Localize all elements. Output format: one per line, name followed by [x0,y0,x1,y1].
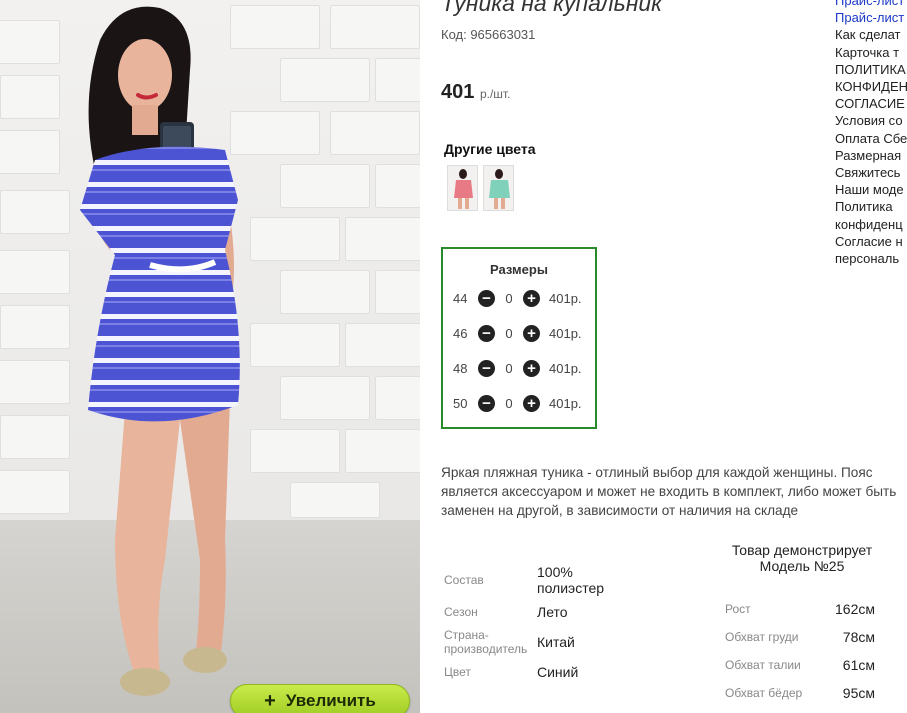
sidebar-item[interactable]: СОГЛАСИЕ [835,95,907,112]
other-colors-title: Другие цвета [444,141,536,157]
measure-value-height: 162см [835,601,875,617]
measure-label-waist: Обхват талии [725,658,801,672]
product-price: 401 р./шт. [441,81,510,104]
quantity-input[interactable] [495,359,523,377]
size-price: 401р. [549,395,582,411]
size-row: 44 − + 401р. [453,288,582,308]
product-code: Код: 965663031 [441,27,536,42]
minus-icon[interactable]: − [478,289,495,307]
sidebar-item[interactable]: Условия со [835,112,907,129]
attr-label-color: Цвет [444,665,471,679]
plus-icon[interactable]: + [523,324,540,342]
measure-label-height: Рост [725,602,751,616]
attr-value-color: Синий [537,664,579,680]
price-list-link-2[interactable]: Прайс-лист [835,9,907,26]
color-thumb-pink[interactable] [447,165,478,211]
quantity-input[interactable] [495,324,523,342]
attr-value-season: Лето [537,604,568,620]
sidebar-item[interactable]: Согласие н [835,233,907,250]
sidebar-item[interactable]: КОНФИДЕН [835,78,907,95]
model-title: Товар демонстрирует Модель №25 [731,542,873,574]
sidebar-item[interactable]: Наши моде [835,181,907,198]
price-list-link-1[interactable]: Прайс-лист [835,0,907,9]
attr-label-season: Сезон [444,605,478,619]
measure-label-bust: Обхват груди [725,630,799,644]
sidebar-item[interactable]: Карточка т [835,44,907,61]
zoom-button[interactable]: + Увеличить [230,684,410,713]
quantity-input[interactable] [495,289,523,307]
product-photo[interactable]: + Увеличить [0,0,420,713]
plus-icon: + [264,690,276,712]
price-value: 401 [441,81,475,103]
sidebar-item[interactable]: Свяжитесь [835,164,907,181]
sidebar-item[interactable]: Размерная [835,147,907,164]
price-unit: р./шт. [479,87,511,101]
sidebar-item[interactable]: конфиденц [835,216,907,233]
model-figure [80,6,240,696]
size-value: 48 [453,360,468,376]
size-price: 401р. [549,325,582,341]
measure-value-waist: 61см [842,657,875,673]
size-value: 46 [453,325,468,341]
size-value: 50 [453,395,468,411]
plus-icon[interactable]: + [523,394,540,412]
product-description: Яркая пляжная туника - отлиный выбор для… [441,465,897,518]
attr-label-composition: Состав [444,573,484,587]
plus-icon[interactable]: + [523,289,540,307]
quantity-input[interactable] [495,394,523,412]
size-price: 401р. [549,290,582,306]
sizes-panel: Размеры 44 − + 401р. 46 − + 401р. 48 − +… [441,247,597,429]
size-row: 50 − + 401р. [453,393,582,413]
minus-icon[interactable]: − [478,359,495,377]
sidebar-item[interactable]: ПОЛИТИКА [835,61,907,78]
sidebar-item[interactable]: Политика [835,198,907,215]
sidebar-item[interactable]: Как сделат [835,26,907,43]
size-value: 44 [453,290,468,306]
sidebar-item[interactable]: Оплата Сбе [835,130,907,147]
size-row: 48 − + 401р. [453,358,582,378]
minus-icon[interactable]: − [478,394,495,412]
plus-icon[interactable]: + [523,359,540,377]
measure-value-bust: 78см [842,629,875,645]
sizes-title: Размеры [490,262,548,277]
attr-value-country: Китай [537,634,575,650]
attr-value-composition: 100% полиэстер [537,564,605,596]
sidebar-item[interactable]: персональ [835,250,907,267]
product-title: Туника на купальник [441,0,663,16]
color-thumb-mint[interactable] [483,165,514,211]
size-price: 401р. [549,360,582,376]
minus-icon[interactable]: − [478,324,495,342]
sidebar-links: Прайс-лист Прайс-лист Как сделат Карточк… [835,0,907,267]
size-row: 46 − + 401р. [453,323,582,343]
attr-label-country: Страна-производитель [444,628,528,656]
measure-label-hips: Обхват бёдер [725,686,803,700]
measure-value-hips: 95см [842,685,875,701]
zoom-label: Увеличить [285,691,376,710]
